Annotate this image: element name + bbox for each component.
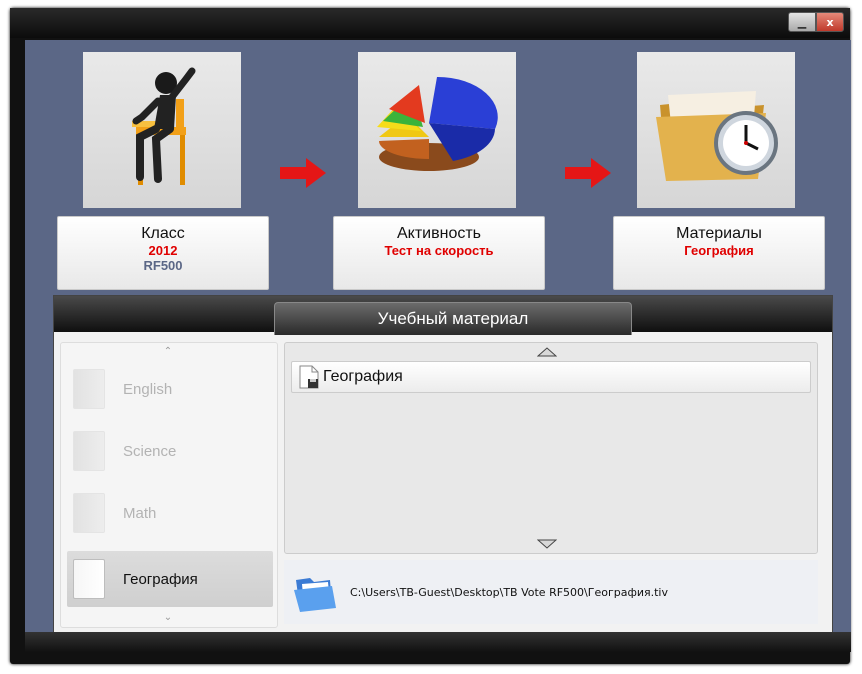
scroll-down-icon[interactable]: ⌄ — [161, 613, 175, 623]
arrow-right-icon — [565, 158, 611, 188]
activity-step-image[interactable] — [358, 52, 516, 208]
subject-label: Math — [123, 504, 157, 522]
materials-step-card[interactable]: Материалы География — [613, 216, 825, 290]
learning-material-panel: Учебный материал ⌃ English Science Math — [53, 295, 833, 637]
close-icon: x — [826, 15, 834, 29]
panel-title: Учебный материал — [274, 302, 632, 335]
window-controls: ▁ x — [788, 12, 844, 32]
activity-step-title: Активность — [396, 225, 481, 242]
subject-label: География — [123, 570, 198, 588]
minimize-button[interactable]: ▁ — [788, 12, 816, 32]
materials-step-image[interactable] — [637, 52, 795, 208]
file-row[interactable]: География — [291, 361, 811, 393]
class-step-title: Класс — [141, 225, 185, 242]
subject-item-geography[interactable]: География — [67, 551, 273, 607]
main-content: Класс 2012 RF500 Активность Тест на скор… — [25, 40, 851, 652]
activity-step-value: Тест на скорость — [384, 243, 494, 258]
minimize-icon: ▁ — [797, 15, 807, 29]
activity-step-card[interactable]: Активность Тест на скорость — [333, 216, 545, 290]
subject-label: Science — [123, 442, 177, 460]
subject-item-english[interactable]: English — [67, 361, 273, 417]
pie-chart-icon — [377, 76, 498, 171]
close-button[interactable]: x — [816, 12, 844, 32]
scroll-up-icon[interactable] — [537, 347, 557, 357]
file-name: География — [323, 368, 403, 385]
materials-step-title: Материалы — [676, 225, 762, 242]
file-list: География — [284, 342, 818, 554]
subject-item-math[interactable]: Math — [67, 485, 273, 541]
open-folder-icon — [294, 578, 336, 612]
class-step-year: 2012 — [148, 243, 178, 258]
subject-list: ⌃ English Science Math География ⌄ — [60, 342, 278, 628]
student-figure-icon — [132, 67, 196, 185]
book-icon — [73, 431, 105, 471]
scroll-up-icon[interactable]: ⌃ — [161, 347, 175, 357]
class-step-card[interactable]: Класс 2012 RF500 — [57, 216, 269, 290]
class-step-image[interactable] — [83, 52, 241, 208]
document-disk-icon — [299, 365, 319, 389]
bottom-bar — [25, 632, 851, 652]
panel-header: Учебный материал — [54, 296, 832, 335]
materials-step-value: География — [684, 243, 754, 258]
scroll-down-icon[interactable] — [537, 539, 557, 549]
book-icon — [73, 493, 105, 533]
app-window: ▁ x Класс 2012 RF500 Активность Тест на … — [10, 8, 851, 664]
title-bar: ▁ x — [10, 8, 850, 38]
book-icon — [73, 559, 105, 599]
file-path: C:\Users\TB-Guest\Desktop\TB Vote RF500\… — [350, 585, 668, 599]
file-path-bar: C:\Users\TB-Guest\Desktop\TB Vote RF500\… — [284, 560, 818, 624]
class-step-model: RF500 — [143, 258, 183, 273]
arrow-right-icon — [280, 158, 326, 188]
subject-label: English — [123, 380, 173, 398]
subject-item-science[interactable]: Science — [67, 423, 273, 479]
folder-clock-icon — [656, 91, 778, 181]
book-icon — [73, 369, 105, 409]
